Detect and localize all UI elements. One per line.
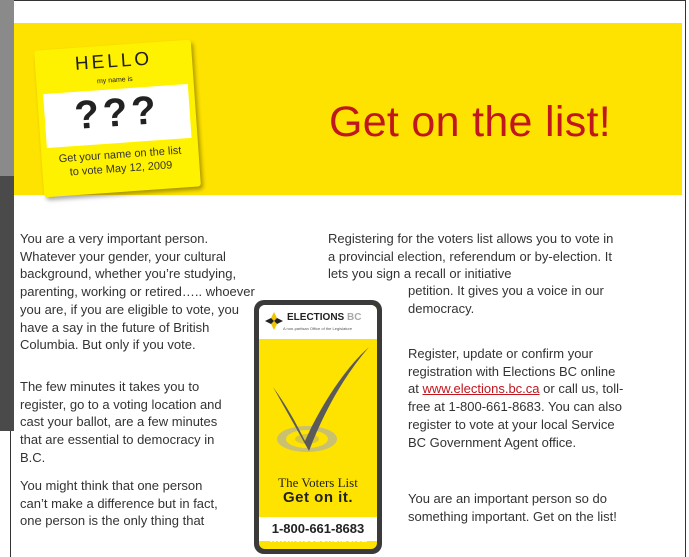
sign-brand: ELECTIONS BC [287,312,361,323]
sign-face: ELECTIONS BC A non-partisan Office of th… [259,305,377,549]
elections-bc-logo-icon [265,312,283,330]
unknown-name: ??? [73,88,162,138]
left-paragraph-3: You might think that one person can’t ma… [20,478,218,529]
right-paragraph-1-continued: petition. It gives you a voice in our de… [408,283,604,316]
page-title: Get on the list! [328,98,612,146]
get-on-it-text: Get on it. [283,489,353,506]
left-paragraph-2: The few minutes it takes you to register… [20,379,222,465]
name-field: ??? [43,84,192,148]
name-tag-caption: Get your name on the list to vote May 12… [41,142,200,181]
right-paragraph-1: Registering for the voters list allows y… [328,231,614,282]
checkmark-target-icon [273,347,369,452]
sign-url: www.elections.bc.ca [269,534,367,545]
right-paragraph-3: You are an important person so do someth… [408,491,617,524]
sign-tagline: A non-partisan Office of the Legislature [283,326,353,331]
hello-name-tag: HELLO my name is ??? Get your name on th… [34,39,201,198]
sign-header: ELECTIONS BC A non-partisan Office of th… [259,305,377,339]
elections-bc-sign: ELECTIONS BC A non-partisan Office of th… [254,300,382,554]
left-paragraph-1: You are a very important person. Whateve… [20,231,255,353]
right-paragraph-2: Register, update or confirm your registr… [408,345,628,451]
back-sheet-edge [0,0,14,184]
brand-elections: ELECTIONS [287,312,345,323]
back-sheet-shadow [0,176,14,431]
brand-bc: BC [347,312,362,323]
elections-bc-link[interactable]: www.elections.bc.ca [422,381,539,396]
